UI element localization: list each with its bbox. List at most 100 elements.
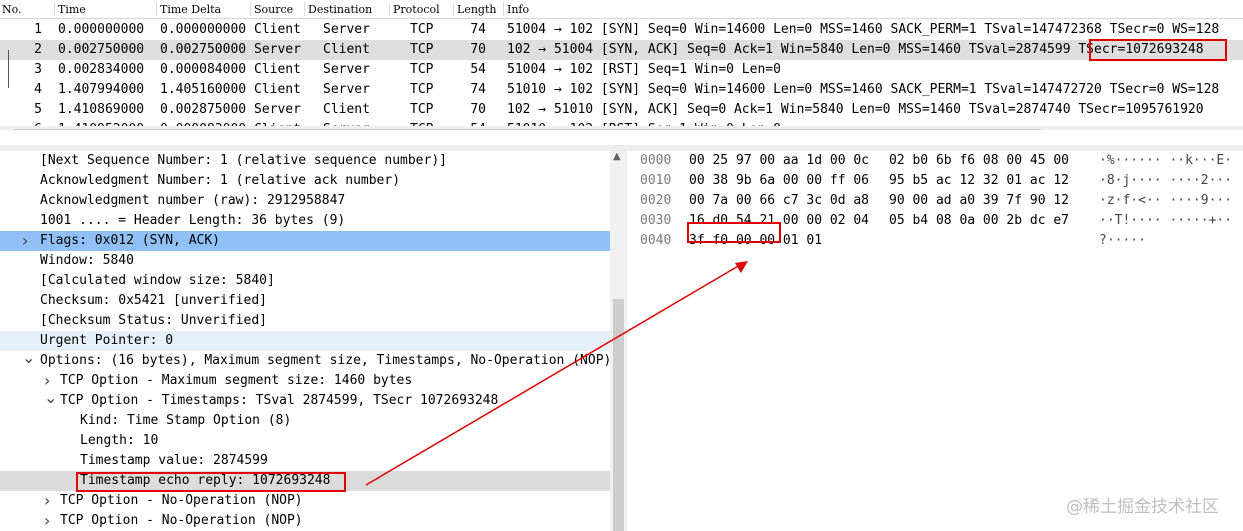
- column-header-no[interactable]: No.: [2, 3, 22, 16]
- detail-text: Length: 10: [80, 433, 159, 448]
- packet-cell-proto: TCP: [410, 22, 434, 37]
- column-header-time-delta[interactable]: Time Delta: [160, 3, 221, 16]
- packet-cell-delta: 0.000084000: [160, 62, 247, 77]
- packet-cell-src: Server: [254, 102, 301, 117]
- detail-text: Urgent Pointer: 0: [40, 333, 174, 348]
- packet-cell-time: 0.000000000: [58, 22, 145, 37]
- packet-cell-no: 3: [34, 62, 42, 77]
- detail-text: Kind: Time Stamp Option (8): [80, 413, 292, 428]
- bytes-hex2: 90 00 ad a0 39 7f 90 12: [889, 193, 1070, 208]
- packet-cell-src: Client: [254, 82, 301, 97]
- packet-row[interactable]: 3 0.002834000 0.000084000 Client Server TCP 54…: [0, 60, 1243, 80]
- detail-text: Acknowledgment Number: 1 (relative ack n…: [40, 173, 401, 188]
- bytes-ascii: ·8·j···· ····2···: [1099, 173, 1233, 188]
- detail-row[interactable]: [Next Sequence Number: 1 (relative seque…: [0, 151, 610, 171]
- packet-cell-delta: 0.002750000: [160, 42, 247, 57]
- packet-cell-info: 51010 → 102 [SYN] Seq=0 Win=14600 Len=0 …: [507, 82, 1220, 97]
- detail-row[interactable]: Window: 5840: [0, 251, 610, 271]
- annotation-box-echo-reply: [76, 472, 346, 492]
- packet-cell-no: 5: [34, 102, 42, 117]
- watermark: @稀土掘金技术社区: [1066, 497, 1219, 517]
- packet-cell-len: 70: [470, 42, 486, 57]
- detail-row[interactable]: Checksum: 0x5421 [unverified]: [0, 291, 610, 311]
- detail-row[interactable]: [Calculated window size: 5840]: [0, 271, 610, 291]
- bytes-row[interactable]: 0000 00 25 97 00 aa 1d 00 0c 02 b0 6b f6 0…: [632, 151, 1243, 171]
- packet-cell-src: Server: [254, 42, 301, 57]
- column-header-length[interactable]: Length: [457, 3, 496, 16]
- detail-text: TCP Option - Timestamps: TSval 2874599, …: [60, 393, 499, 408]
- packet-cell-src: Client: [254, 22, 301, 37]
- bytes-row[interactable]: 0020 00 7a 00 66 c7 3c 0d a8 90 00 ad a0 3…: [632, 191, 1243, 211]
- detail-text: [Calculated window size: 5840]: [40, 273, 275, 288]
- packet-list-horizontal-scrollbar[interactable]: ‹ ›: [0, 126, 1243, 130]
- info-text: 102 → 51004 [SYN, ACK] Seq=0 Ack=1 Win=5…: [507, 42, 1079, 57]
- conversation-bracket: [8, 50, 9, 88]
- packet-cell-len: 54: [470, 62, 486, 77]
- detail-text: TCP Option - No-Operation (NOP): [60, 513, 303, 528]
- detail-text: Window: 5840: [40, 253, 134, 268]
- packet-row[interactable]: 4 1.407994000 1.405160000 Client Server TCP 74…: [0, 80, 1243, 100]
- detail-text: TCP Option - No-Operation (NOP): [60, 493, 303, 508]
- packet-cell-no: 2: [34, 42, 42, 57]
- detail-row[interactable]: › TCP Option - No-Operation (NOP): [0, 491, 610, 511]
- column-header-protocol[interactable]: Protocol: [393, 3, 440, 16]
- detail-row[interactable]: 1001 .... = Header Length: 36 bytes (9): [0, 211, 610, 231]
- detail-text: [Checksum Status: Unverified]: [40, 313, 267, 328]
- detail-text: Timestamp value: 2874599: [80, 453, 268, 468]
- packet-cell-src: Client: [254, 62, 301, 77]
- bytes-hex1: 00 7a 00 66 c7 3c 0d a8: [689, 193, 870, 208]
- expand-chevron-icon[interactable]: ›: [44, 511, 50, 530]
- detail-row[interactable]: Acknowledgment number (raw): 2912958847: [0, 191, 610, 211]
- detail-row[interactable]: › TCP Option - Maximum segment size: 1460…: [0, 371, 610, 391]
- bytes-ascii: ·%······ ··k···E·: [1099, 153, 1233, 168]
- collapse-chevron-icon[interactable]: ⌄: [22, 348, 35, 367]
- scrollbar-thumb[interactable]: [613, 299, 624, 531]
- detail-row[interactable]: ⌄ TCP Option - Timestamps: TSval 2874599,…: [0, 388, 610, 411]
- scroll-right-icon[interactable]: ›: [1235, 127, 1240, 130]
- scroll-left-icon[interactable]: ‹: [2, 127, 7, 130]
- packet-row[interactable]: 1 0.000000000 0.000000000 Client Server TCP 74…: [0, 20, 1243, 40]
- column-header-destination[interactable]: Destination: [308, 3, 372, 16]
- scrollbar-thumb[interactable]: [14, 129, 1041, 130]
- packet-cell-dst: Server: [323, 62, 370, 77]
- bytes-hex1: 00 38 9b 6a 00 00 ff 06: [689, 173, 870, 188]
- detail-row[interactable]: Kind: Time Stamp Option (8): [0, 411, 610, 431]
- packet-list: No. Time Time Delta Source Destination P…: [0, 0, 1243, 130]
- column-header-source[interactable]: Source: [254, 3, 293, 16]
- expand-chevron-icon[interactable]: ›: [44, 491, 50, 510]
- scroll-up-icon[interactable]: ▲: [613, 151, 621, 162]
- packet-cell-dst: Server: [323, 22, 370, 37]
- packet-cell-dst: Client: [323, 42, 370, 57]
- bytes-row[interactable]: 0010 00 38 9b 6a 00 00 ff 06 95 b5 ac 12 3…: [632, 171, 1243, 191]
- detail-row[interactable]: ⌄ Options: (16 bytes), Maximum segment si…: [0, 348, 610, 371]
- detail-row[interactable]: › TCP Option - No-Operation (NOP): [0, 511, 610, 531]
- bytes-hex2: 02 b0 6b f6 08 00 45 00: [889, 153, 1070, 168]
- packet-cell-dst: Client: [323, 102, 370, 117]
- detail-row[interactable]: Acknowledgment Number: 1 (relative ack n…: [0, 171, 610, 191]
- packet-cell-time: 1.407994000: [58, 82, 145, 97]
- packet-cell-time: 0.002750000: [58, 42, 145, 57]
- details-vertical-scrollbar[interactable]: ▲: [610, 151, 627, 531]
- detail-row[interactable]: Urgent Pointer: 0: [0, 331, 610, 351]
- packet-cell-no: 1: [34, 22, 42, 37]
- packet-cell-proto: TCP: [410, 42, 434, 57]
- packet-row[interactable]: 5 1.410869000 0.002875000 Server Client TCP 70…: [0, 100, 1243, 120]
- detail-row[interactable]: [Checksum Status: Unverified]: [0, 311, 610, 331]
- detail-row[interactable]: Length: 10: [0, 431, 610, 451]
- collapse-chevron-icon[interactable]: ⌄: [44, 388, 57, 407]
- annotation-box-hex-bytes: [687, 222, 781, 243]
- detail-row[interactable]: Timestamp value: 2874599: [0, 451, 610, 471]
- expand-chevron-icon[interactable]: ›: [22, 231, 28, 250]
- detail-text: Flags: 0x012 (SYN, ACK): [40, 233, 221, 248]
- packet-row[interactable]: 2 0.002750000 0.002750000 Server Client TCP 70…: [0, 40, 1243, 60]
- detail-text: Options: (16 bytes), Maximum segment siz…: [40, 353, 610, 368]
- packet-cell-delta: 0.002875000: [160, 102, 247, 117]
- column-header-time[interactable]: Time: [58, 3, 86, 16]
- detail-text: Acknowledgment number (raw): 2912958847: [40, 193, 346, 208]
- detail-row[interactable]: › Flags: 0x012 (SYN, ACK): [0, 231, 610, 251]
- packet-cell-delta: 1.405160000: [160, 82, 247, 97]
- detail-text: 1001 .... = Header Length: 36 bytes (9): [40, 213, 346, 228]
- column-header-info[interactable]: Info: [507, 3, 529, 16]
- bytes-off: 0030: [640, 213, 672, 228]
- packet-cell-time: 1.410869000: [58, 102, 145, 117]
